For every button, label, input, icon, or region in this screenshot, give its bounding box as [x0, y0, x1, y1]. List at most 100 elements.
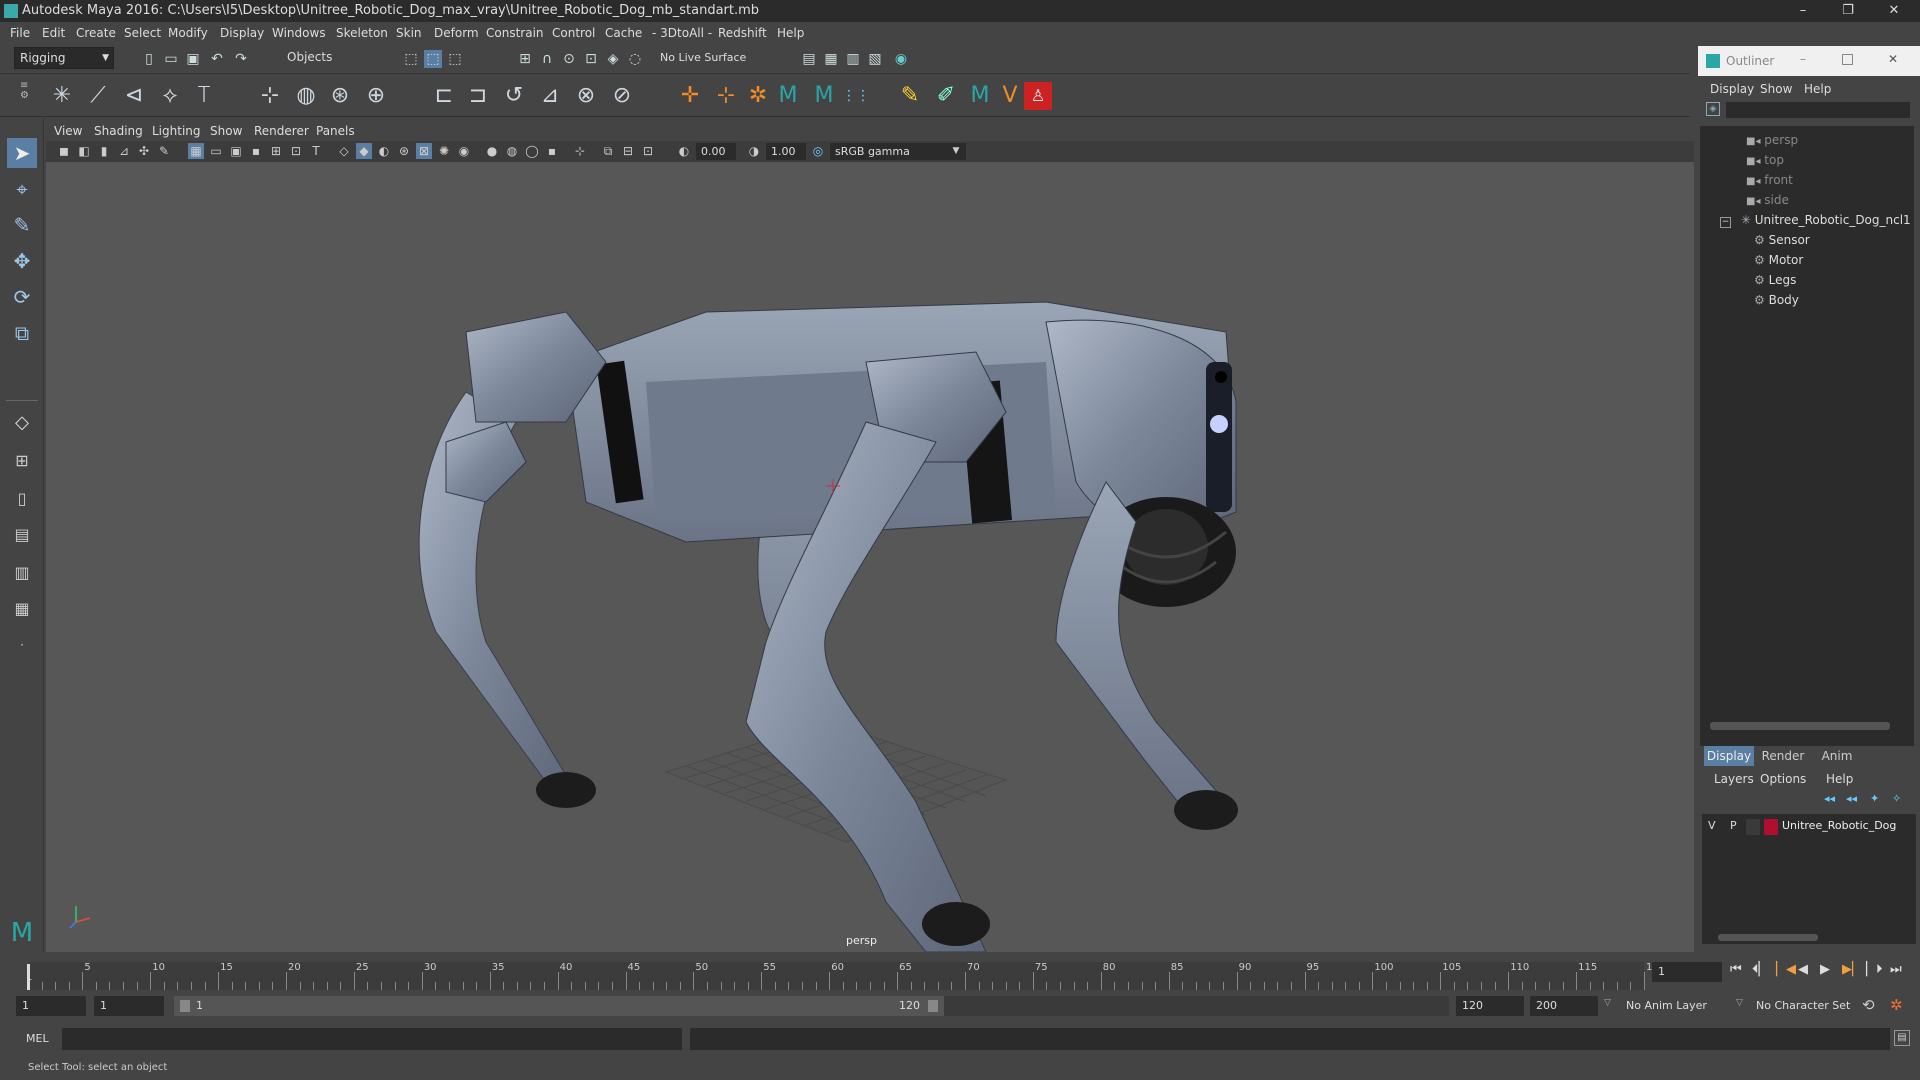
panel-menu-renderer[interactable]: Renderer: [254, 124, 309, 138]
outliner-item-legs[interactable]: ⚙ Legs: [1740, 270, 1796, 290]
select-component-icon[interactable]: ⬚: [446, 50, 464, 68]
safe-title-icon[interactable]: T: [308, 143, 324, 159]
viewport-persp[interactable]: persp: [46, 162, 1694, 952]
snap-point-icon[interactable]: ⊙: [560, 50, 578, 68]
outliner-item-sensor[interactable]: ⚙ Sensor: [1740, 230, 1810, 250]
render-view-icon[interactable]: ▤: [800, 50, 818, 68]
layer-hscrollbar[interactable]: [1718, 934, 1818, 941]
pole-constraint-icon[interactable]: ⊘: [608, 82, 636, 110]
go-to-end-icon[interactable]: ⏭: [1890, 962, 1902, 977]
grid-toggle-icon[interactable]: ▦: [188, 143, 204, 159]
resolution-gate-icon[interactable]: ▣: [228, 143, 244, 159]
move-tool-icon[interactable]: ✥: [7, 246, 37, 276]
save-scene-icon[interactable]: ▣: [184, 50, 202, 68]
render-frame-icon[interactable]: ▦: [822, 50, 840, 68]
close-button[interactable]: ✕: [1874, 0, 1914, 22]
grease-pencil-icon[interactable]: ✎: [156, 143, 172, 159]
start-frame-field[interactable]: 1: [16, 996, 86, 1016]
smooth-shade-icon[interactable]: ◆: [356, 143, 372, 159]
outliner-item-side[interactable]: ■◂ side: [1746, 190, 1789, 210]
shelf-menu-icon[interactable]: ≡ ⚙: [20, 81, 34, 111]
view-transform-dropdown[interactable]: sRGB gamma: [830, 143, 966, 160]
maya-tool-2-icon[interactable]: M: [810, 82, 838, 110]
panel-menu-view[interactable]: View: [54, 124, 82, 138]
menu-3dtoall[interactable]: - 3DtoAll -: [652, 26, 712, 40]
chevron-down-icon[interactable]: ▽: [1604, 998, 1611, 1008]
two-view-icon[interactable]: ▯: [7, 484, 37, 514]
lights-icon[interactable]: ⊠: [416, 143, 432, 159]
undo-icon[interactable]: ↶: [208, 50, 226, 68]
shadows-icon[interactable]: ✺: [436, 143, 452, 159]
move-layer-up-icon[interactable]: ◂◂: [1824, 792, 1835, 805]
joint-tool-icon[interactable]: ✳: [48, 82, 76, 110]
outliner-item-body[interactable]: ⚙ Body: [1740, 290, 1799, 310]
menuset-dropdown[interactable]: Rigging ▼: [14, 47, 114, 69]
maya-tool-3-icon[interactable]: M: [966, 82, 994, 110]
command-language-toggle[interactable]: MEL: [26, 1032, 49, 1045]
panel-menu-panels[interactable]: Panels: [316, 124, 355, 138]
single-view-icon[interactable]: ◇: [7, 408, 37, 438]
collapse-icon[interactable]: −: [1720, 217, 1731, 228]
live-surface-label[interactable]: No Live Surface: [660, 51, 746, 64]
selection-mode-dropdown[interactable]: Objects: [282, 47, 382, 69]
scale-constraint-icon[interactable]: ⊿: [536, 82, 564, 110]
outliner-menu-help[interactable]: Help: [1804, 82, 1831, 96]
chevron-down-icon[interactable]: ▽: [1736, 998, 1743, 1008]
menu-control[interactable]: Control: [552, 26, 595, 40]
auto-key-icon[interactable]: ⟲: [1862, 996, 1875, 1014]
image-plane-icon[interactable]: ⊿: [116, 143, 132, 159]
chevron-down-icon[interactable]: ▼: [948, 143, 964, 159]
menu-modify[interactable]: Modify: [168, 26, 208, 40]
film-gate-icon[interactable]: ▭: [208, 143, 224, 159]
outliner-minimize-button[interactable]: –: [1800, 52, 1806, 66]
go-to-start-icon[interactable]: ⏮: [1730, 962, 1742, 977]
outliner-filter-icon[interactable]: ◈: [1706, 102, 1720, 116]
snap-live-icon[interactable]: ◌: [626, 50, 644, 68]
bookmark-icon[interactable]: ▮: [96, 143, 112, 159]
outliner-item-persp[interactable]: ■◂ persp: [1746, 130, 1798, 150]
outliner-item-motor[interactable]: ⚙ Motor: [1740, 250, 1803, 270]
locator-icon[interactable]: ✛: [676, 82, 704, 110]
panel-menu-show[interactable]: Show: [210, 124, 242, 138]
layer-row[interactable]: V P Unitree_Robotic_Dog: [1702, 818, 1916, 836]
range-start-handle[interactable]: [180, 1000, 190, 1012]
layer-visibility-toggle[interactable]: V: [1708, 819, 1716, 832]
outliner-tree[interactable]: ■◂ persp ■◂ top ■◂ front ■◂ side − ✳ Uni…: [1700, 126, 1914, 746]
ik-spline-icon[interactable]: ⊲: [120, 82, 148, 110]
step-back-key-icon[interactable]: ⏴▏: [1752, 962, 1769, 977]
layer-menu-help[interactable]: Help: [1826, 772, 1853, 786]
snap-grid-icon[interactable]: ⊞: [516, 50, 534, 68]
outliner-menu-show[interactable]: Show: [1760, 82, 1792, 96]
layer-playback-toggle[interactable]: P: [1730, 819, 1737, 832]
hypershade-layout-icon[interactable]: ▦: [7, 594, 37, 624]
textured-icon[interactable]: ⊛: [396, 143, 412, 159]
redo-icon[interactable]: ↷: [232, 50, 250, 68]
safe-action-icon[interactable]: ⊡: [288, 143, 304, 159]
current-time-marker[interactable]: [27, 964, 30, 990]
time-slider[interactable]: 1 5 10 15 20 25 30 35 40 45 50 55 60 65 70 75 80 85 90 95 1…: [0, 952, 1920, 992]
outliner-layout-icon[interactable]: ▤: [7, 520, 37, 550]
lasso-tool-icon[interactable]: ⌖: [7, 174, 37, 204]
graph-layout-icon[interactable]: ▥: [7, 558, 37, 588]
new-layer-icon[interactable]: ✦: [1870, 792, 1879, 805]
grid-tool-icon[interactable]: ⋮⋮: [842, 82, 870, 110]
outliner-hscrollbar[interactable]: [1710, 722, 1890, 730]
ipr-render-icon[interactable]: ▥: [844, 50, 862, 68]
vertex-icon[interactable]: V: [996, 82, 1024, 110]
menu-windows[interactable]: Windows: [272, 26, 326, 40]
minimize-button[interactable]: –: [1783, 0, 1823, 22]
move-layer-down-icon[interactable]: ◂◂: [1846, 792, 1857, 805]
end-frame-field[interactable]: 200: [1530, 996, 1598, 1016]
ambient-occlusion-icon[interactable]: ◉: [456, 143, 472, 159]
playback-end-field[interactable]: 120: [1456, 996, 1524, 1016]
insert-joint-icon[interactable]: ⟡: [156, 82, 184, 110]
aim-constraint-icon[interactable]: ⊗: [572, 82, 600, 110]
outliner-close-button[interactable]: ✕: [1888, 52, 1898, 66]
cluster-handle-icon[interactable]: ⊹: [712, 82, 740, 110]
step-forward-key-icon[interactable]: ▏⏵: [1866, 962, 1883, 977]
rotate-tool-icon[interactable]: ⟳: [7, 282, 37, 312]
menu-create[interactable]: Create: [76, 26, 116, 40]
layer-tab-render[interactable]: Render: [1758, 746, 1808, 766]
orient-constraint-icon[interactable]: ↺: [500, 82, 528, 110]
outliner-maximize-button[interactable]: [1842, 54, 1853, 65]
